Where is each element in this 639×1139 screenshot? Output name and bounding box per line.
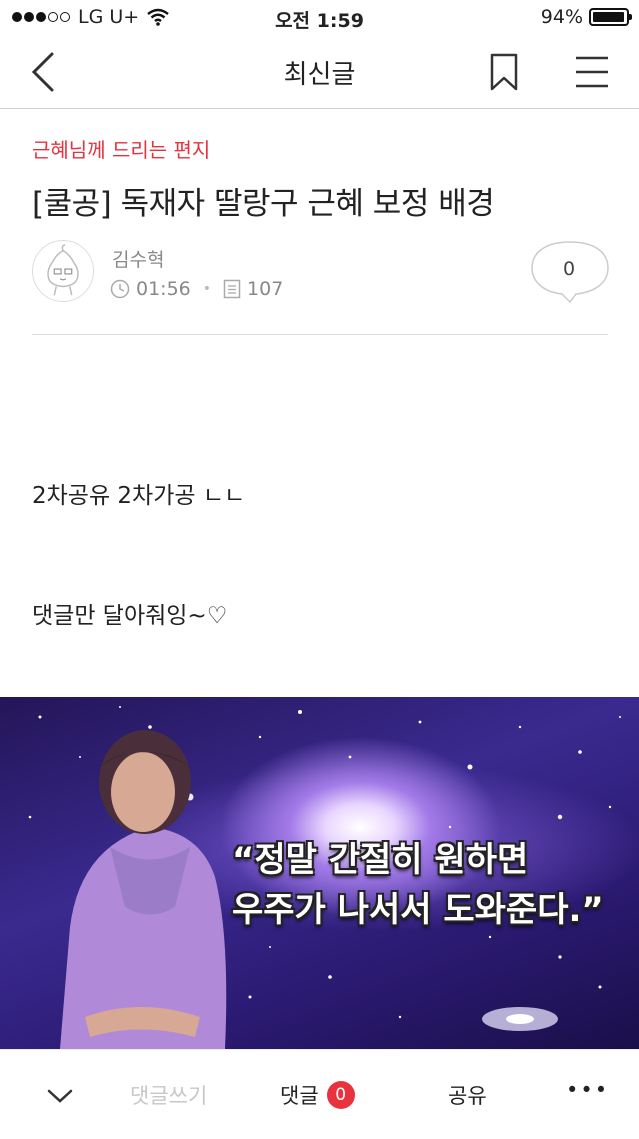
avatar[interactable] bbox=[32, 240, 94, 302]
battery-indicator: 94% bbox=[540, 6, 632, 28]
hamburger-menu-icon[interactable] bbox=[574, 54, 610, 90]
post-body-line: 2차공유 2차가공 ㄴㄴ bbox=[32, 483, 246, 509]
clock-icon bbox=[110, 279, 130, 299]
post-category[interactable]: 근혜님께 드리는 편지 bbox=[32, 134, 210, 163]
post-body-line: 댓글만 달아줘잉~♡ bbox=[32, 603, 228, 629]
comments-label: 댓글 bbox=[280, 1084, 319, 1108]
battery-percent: 94% bbox=[540, 6, 583, 28]
bottom-toolbar: 댓글쓰기 댓글 0 공유 ••• bbox=[0, 1049, 639, 1139]
author-name[interactable]: 김수혁 bbox=[112, 245, 164, 272]
page-title: 최신글 bbox=[283, 60, 356, 90]
view-count: 107 bbox=[247, 278, 284, 300]
comments-count-badge: 0 bbox=[326, 1081, 355, 1109]
more-icon[interactable]: ••• bbox=[566, 1078, 609, 1102]
person-figure bbox=[60, 730, 227, 1049]
post-image[interactable]: “정말 간절히 원하면 우주가 나서서 도와준다.” bbox=[0, 697, 639, 1049]
comment-count-bubble[interactable]: 0 bbox=[530, 240, 610, 304]
post-title: [쿨공] 독재자 딸랑구 근혜 보정 배경 bbox=[32, 186, 495, 222]
battery-icon bbox=[589, 8, 632, 26]
caption-line: “정말 간절히 원하면 bbox=[232, 840, 529, 880]
share-button[interactable]: 공유 bbox=[448, 1080, 487, 1110]
comment-count: 0 bbox=[562, 258, 576, 280]
status-bar: LG U+ 오전 1:59 94% bbox=[0, 0, 639, 36]
meta-separator: • bbox=[202, 281, 212, 297]
caption-line: 우주가 나서서 도와준다.” bbox=[232, 890, 604, 930]
bookmark-icon[interactable] bbox=[488, 52, 520, 92]
post-time: 01:56 bbox=[136, 278, 191, 300]
header-divider bbox=[32, 334, 608, 335]
nav-bar: 최신글 bbox=[0, 36, 639, 109]
write-comment-button[interactable]: 댓글쓰기 bbox=[130, 1080, 207, 1110]
chevron-down-icon[interactable] bbox=[46, 1086, 74, 1106]
post-meta: 01:56 • 107 bbox=[110, 278, 283, 300]
document-icon bbox=[223, 279, 241, 299]
image-caption: “정말 간절히 원하면 우주가 나서서 도와준다.” bbox=[232, 835, 604, 935]
comments-button[interactable]: 댓글 0 bbox=[280, 1080, 355, 1110]
